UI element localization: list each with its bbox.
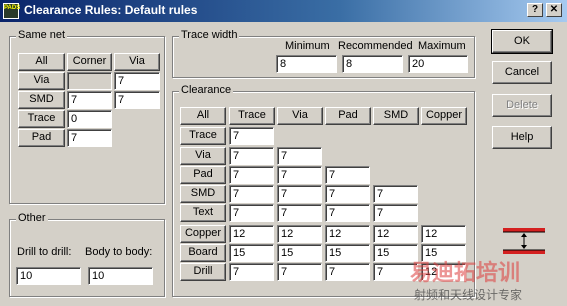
clearance-field[interactable]: 7 xyxy=(325,166,370,184)
delete-button: Delete xyxy=(492,94,552,117)
clearance-col-via[interactable]: Via xyxy=(277,107,323,125)
help-button[interactable]: Help xyxy=(492,126,552,149)
clearance-field[interactable]: 7 xyxy=(277,204,322,222)
other-group: Other xyxy=(9,212,165,297)
clearance-gap-bottom-bar xyxy=(503,250,545,254)
same-net-via-via-field[interactable]: 7 xyxy=(114,72,160,90)
clearance-field[interactable]: 7 xyxy=(277,185,322,203)
trace-width-legend: Trace width xyxy=(179,29,240,41)
clearance-row-trace[interactable]: Trace xyxy=(180,127,226,145)
clearance-field[interactable]: 7 xyxy=(325,204,370,222)
same-net-row-smd[interactable]: SMD xyxy=(18,91,65,109)
clearance-col-pad[interactable]: Pad xyxy=(325,107,371,125)
clearance-row-copper[interactable]: Copper xyxy=(180,225,226,243)
clearance-field[interactable]: 7 xyxy=(277,166,322,184)
clearance-field[interactable]: 7 xyxy=(229,263,274,281)
drill-to-drill-label: Drill to drill: xyxy=(17,246,72,258)
trace-width-recommended-field[interactable]: 8 xyxy=(342,55,403,73)
same-net-legend: Same net xyxy=(16,29,68,41)
help-title-button[interactable]: ? xyxy=(527,3,543,17)
clearance-row-drill[interactable]: Drill xyxy=(180,263,226,281)
clearance-field[interactable]: 15 xyxy=(325,244,370,262)
clearance-row-board[interactable]: Board xyxy=(180,244,226,262)
clearance-row-text[interactable]: Text xyxy=(180,204,226,222)
clearance-row-smd[interactable]: SMD xyxy=(180,185,226,203)
clearance-field[interactable]: 7 xyxy=(373,204,418,222)
clearance-field[interactable]: 12 xyxy=(277,225,322,243)
clearance-field[interactable]: 7 xyxy=(229,204,274,222)
maximum-label: Maximum xyxy=(418,40,466,52)
clearance-field[interactable]: 7 xyxy=(325,263,370,281)
clearance-gap-icon xyxy=(503,228,545,254)
clearance-field[interactable]: 7 xyxy=(277,147,322,165)
trace-width-maximum-field[interactable]: 20 xyxy=(408,55,468,73)
clearance-field[interactable]: 12 xyxy=(229,225,274,243)
clearance-field[interactable]: 7 xyxy=(229,127,274,145)
clearance-field[interactable]: 7 xyxy=(229,166,274,184)
cancel-button[interactable]: Cancel xyxy=(492,61,552,84)
same-net-via-header[interactable]: Via xyxy=(114,53,160,71)
same-net-pad-corner-field[interactable]: 7 xyxy=(67,129,112,147)
title-bar[interactable]: PADS Clearance Rules: Default rules ? ✕ xyxy=(0,0,567,22)
watermark-logo-text: 易迪拓培训 xyxy=(410,261,521,286)
clearance-col-smd[interactable]: SMD xyxy=(373,107,419,125)
trace-width-minimum-field[interactable]: 8 xyxy=(276,55,337,73)
same-net-row-trace[interactable]: Trace xyxy=(18,110,65,128)
clearance-legend: Clearance xyxy=(179,84,234,96)
clearance-field[interactable]: 12 xyxy=(373,225,418,243)
clearance-gap-top-bar xyxy=(503,228,545,232)
clearance-field[interactable]: 15 xyxy=(277,244,322,262)
close-title-button[interactable]: ✕ xyxy=(546,3,562,17)
other-legend: Other xyxy=(16,212,48,224)
watermark-tagline: 射频和天线设计专家 xyxy=(414,288,523,302)
window-title: Clearance Rules: Default rules xyxy=(24,3,198,17)
same-net-smd-corner-field[interactable]: 7 xyxy=(67,91,112,109)
clearance-field[interactable]: 12 xyxy=(421,225,466,243)
clearance-col-copper[interactable]: Copper xyxy=(421,107,467,125)
clearance-field[interactable]: 7 xyxy=(277,263,322,281)
same-net-via-corner-cell xyxy=(67,72,112,90)
same-net-row-pad[interactable]: Pad xyxy=(18,129,65,147)
clearance-field[interactable]: 7 xyxy=(373,185,418,203)
clearance-all-button[interactable]: All xyxy=(180,107,226,125)
same-net-trace-corner-field[interactable]: 0 xyxy=(67,110,112,128)
clearance-col-trace[interactable]: Trace xyxy=(229,107,275,125)
clearance-field[interactable]: 12 xyxy=(325,225,370,243)
clearance-field[interactable]: 7 xyxy=(229,185,274,203)
same-net-corner-header[interactable]: Corner xyxy=(67,53,112,71)
clearance-row-pad[interactable]: Pad xyxy=(180,166,226,184)
app-icon: PADS xyxy=(3,3,20,19)
same-net-row-via[interactable]: Via xyxy=(18,72,65,90)
clearance-field[interactable]: 15 xyxy=(229,244,274,262)
clearance-field[interactable]: 7 xyxy=(325,185,370,203)
same-net-all-button[interactable]: All xyxy=(18,53,65,71)
clearance-row-via[interactable]: Via xyxy=(180,147,226,165)
minimum-label: Minimum xyxy=(285,40,330,52)
same-net-smd-via-field[interactable]: 7 xyxy=(114,91,160,109)
recommended-label: Recommended xyxy=(338,40,413,52)
clearance-field[interactable]: 7 xyxy=(229,147,274,165)
body-to-body-field[interactable]: 10 xyxy=(88,267,153,285)
ok-button[interactable]: OK xyxy=(491,29,553,54)
body-to-body-label: Body to body: xyxy=(85,246,153,258)
drill-to-drill-field[interactable]: 10 xyxy=(16,267,81,285)
